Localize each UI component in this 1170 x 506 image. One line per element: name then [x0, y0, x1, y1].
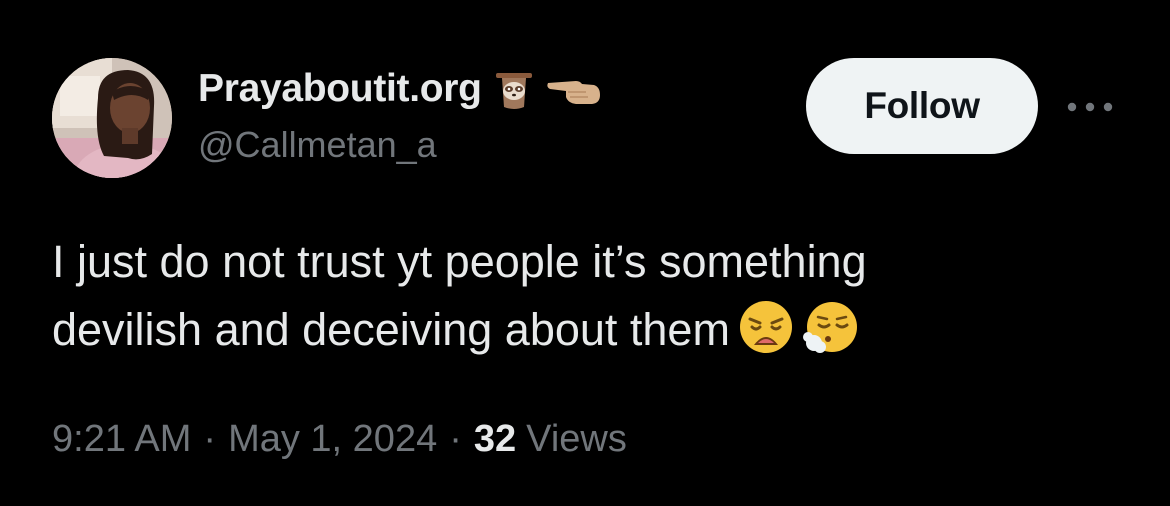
tweet-text: I just do not trust yt people it’s somet… — [52, 228, 1132, 364]
more-horizontal-icon — [1067, 102, 1113, 112]
tweet-text-line: devilish and deceiving about them — [52, 296, 1132, 364]
tweet-text-line: I just do not trust yt people it’s somet… — [52, 236, 867, 287]
views-label[interactable]: Views — [526, 418, 627, 461]
avatar[interactable] — [52, 58, 172, 178]
meta-separator: · — [449, 418, 462, 460]
tweet-card: Prayaboutit.org @Callmetan_a Follow I ju… — [0, 0, 1170, 506]
tweet-text-segment: devilish and deceiving about them — [52, 304, 730, 355]
views-count[interactable]: 32 — [474, 418, 516, 461]
weary-face-emoji-icon — [738, 299, 794, 355]
author-name-row: Prayaboutit.org — [198, 64, 602, 114]
more-button[interactable] — [1062, 90, 1118, 124]
sloth-emoji-icon — [492, 67, 536, 111]
avatar-photo-icon — [52, 58, 172, 178]
tweet-time[interactable]: 9:21 AM — [52, 418, 191, 461]
tweet-meta: 9:21 AM · May 1, 2024 · 32 Views — [52, 418, 627, 461]
author-display-name[interactable]: Prayaboutit.org — [198, 67, 482, 111]
author-handle[interactable]: @Callmetan_a — [198, 124, 437, 166]
backhand-pointing-left-icon — [546, 67, 602, 111]
face-exhaling-emoji-icon — [802, 299, 858, 355]
follow-button[interactable]: Follow — [806, 58, 1038, 154]
tweet-date[interactable]: May 1, 2024 — [228, 418, 437, 461]
meta-separator: · — [203, 418, 217, 460]
